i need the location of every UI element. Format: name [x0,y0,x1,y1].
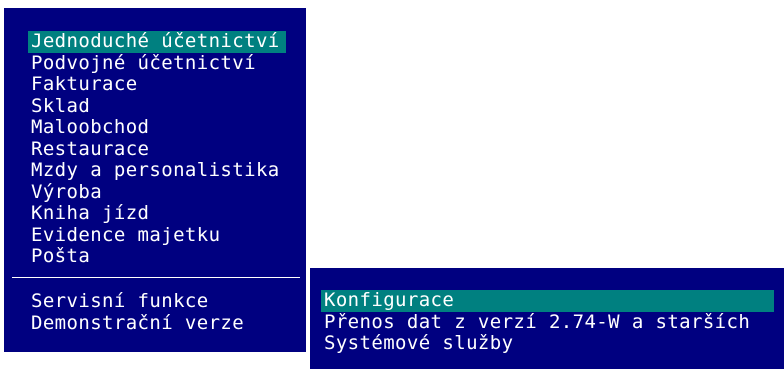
submenu-item-konfigurace[interactable]: Konfigurace [321,289,774,312]
menu-item-fakturace[interactable]: Fakturace [28,73,286,96]
menu-item-servisni-funkce[interactable]: Servisní funkce [28,290,286,313]
main-menu-list: Jednoduché účetnictví Podvojné účetnictv… [28,30,286,268]
main-menu-panel: Jednoduché účetnictví Podvojné účetnictv… [2,6,308,354]
menu-item-vyroba[interactable]: Výroba [28,181,286,204]
menu-item-restaurace[interactable]: Restaurace [28,138,286,161]
menu-item-demonstracni-verze[interactable]: Demonstrační verze [28,312,286,335]
menu-item-evidence-majetku[interactable]: Evidence majetku [28,224,286,247]
menu-item-podvojne-ucetnictvi[interactable]: Podvojné účetnictví [28,52,286,75]
submenu-list: Konfigurace Přenos dat z verzí 2.74-W a … [321,289,774,355]
menu-item-jednoduche-ucetnictvi[interactable]: Jednoduché účetnictví [28,30,286,53]
submenu-panel: Konfigurace Přenos dat z verzí 2.74-W a … [308,266,784,369]
menu-item-sklad[interactable]: Sklad [28,95,286,118]
submenu-item-systemove-sluzby[interactable]: Systémové služby [321,332,774,355]
menu-separator [12,277,300,278]
main-menu-bottom-list: Servisní funkce Demonstrační verze [28,290,286,335]
menu-item-posta[interactable]: Pošta [28,245,286,268]
menu-item-mzdy-a-personalistika[interactable]: Mzdy a personalistika [28,159,286,182]
menu-item-maloobchod[interactable]: Maloobchod [28,116,286,139]
menu-item-kniha-jizd[interactable]: Kniha jízd [28,202,286,225]
submenu-item-prenos-dat[interactable]: Přenos dat z verzí 2.74-W a starších [321,311,774,334]
